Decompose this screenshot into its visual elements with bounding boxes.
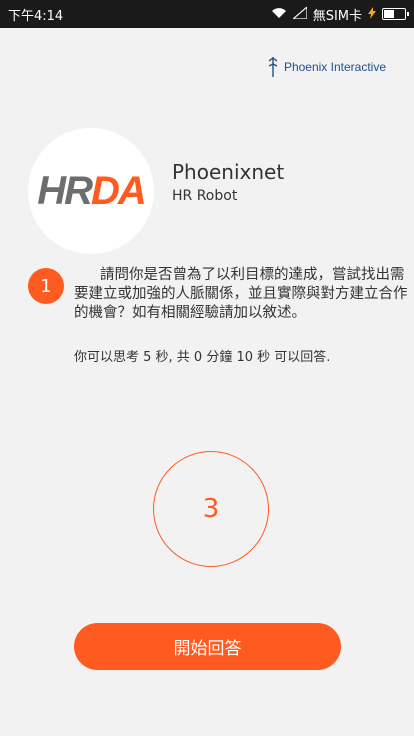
status-icons: 無SIM卡	[271, 5, 409, 24]
signal-icon	[291, 5, 308, 22]
carrier-label: 無SIM卡	[312, 8, 362, 24]
start-answer-button[interactable]: 開始回答	[74, 623, 341, 670]
countdown-value: 3	[202, 494, 220, 524]
hrda-logo: HRDA	[37, 168, 147, 213]
status-bar: 下午4:14 無SIM卡	[0, 0, 414, 28]
phoenix-logo-icon	[268, 57, 278, 77]
countdown-timer: 3	[153, 451, 269, 567]
robot-role: HR Robot	[172, 188, 238, 204]
wifi-icon	[271, 7, 287, 22]
status-time: 下午4:14	[8, 8, 64, 24]
charging-icon	[368, 6, 376, 22]
question-text: 請問你是否曾為了以利目標的達成，嘗試找出需要建立或加強的人脈關係，並且實際與對方…	[74, 267, 408, 321]
question-number-badge: 1	[28, 268, 64, 304]
brand-logo: Phoenix Interactive	[266, 56, 386, 78]
battery-icon	[382, 8, 409, 20]
robot-avatar: HRDA	[28, 128, 154, 254]
answer-time-hint: 你可以思考 5 秒, 共 0 分鐘 10 秒 可以回答.	[74, 350, 331, 365]
robot-name: Phoenixnet	[172, 160, 285, 184]
brand-name: Phoenix Interactive	[283, 60, 386, 74]
